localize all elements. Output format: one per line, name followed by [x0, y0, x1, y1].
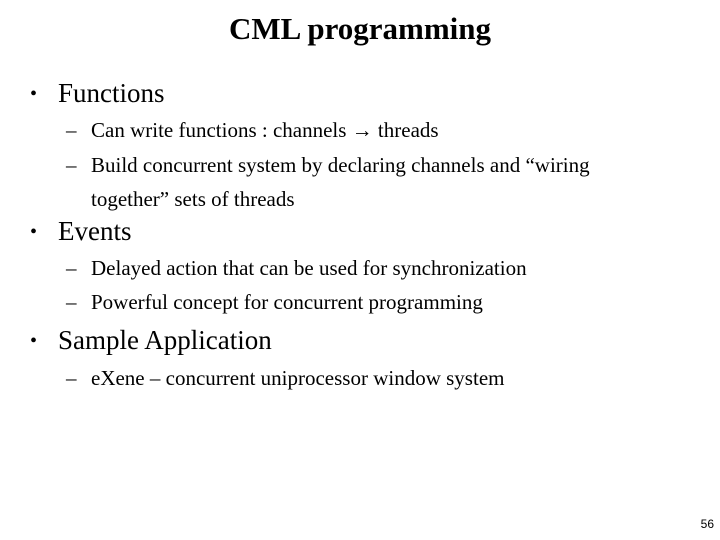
dash-icon: –: [66, 153, 77, 177]
bullet-label: Sample Application: [58, 325, 272, 355]
sub-item: – Powerful concept for concurrent program…: [66, 285, 483, 319]
bullet-icon: •: [30, 83, 38, 105]
dash-icon: –: [66, 290, 77, 314]
sub-item-text: Can write functions : channels → threads: [91, 118, 439, 142]
bullet-events: • Events: [30, 215, 132, 248]
sub-item-text: Delayed action that can be used for sync…: [91, 256, 527, 280]
slide: CML programming • Functions – Can write fu…: [0, 0, 720, 540]
sub-item-continuation: together” sets of threads: [91, 187, 295, 211]
sub-item: – Build concurrent system by declaring ch…: [66, 148, 590, 216]
bullet-functions: • Functions: [30, 77, 165, 110]
sub-item: – eXene – concurrent uniprocessor window …: [66, 361, 504, 395]
dash-icon: –: [66, 118, 77, 142]
sub-item-text: Powerful concept for concurrent programm…: [91, 290, 483, 314]
bullet-label: Events: [58, 216, 132, 246]
sub-item-text: eXene – concurrent uniprocessor window s…: [91, 366, 505, 390]
bullet-icon: •: [30, 221, 38, 243]
bullet-label: Functions: [58, 78, 165, 108]
sub-item: – Delayed action that can be used for syn…: [66, 251, 527, 285]
bullet-icon: •: [30, 330, 38, 352]
page-number: 56: [700, 517, 714, 531]
sub-item: – Can write functions : channels → thread…: [66, 113, 439, 147]
dash-icon: –: [66, 366, 77, 390]
dash-icon: –: [66, 256, 77, 280]
slide-title: CML programming: [228, 11, 492, 46]
bullet-sample-application: • Sample Application: [30, 324, 272, 357]
sub-item-text: Build concurrent system by declaring cha…: [91, 153, 590, 177]
